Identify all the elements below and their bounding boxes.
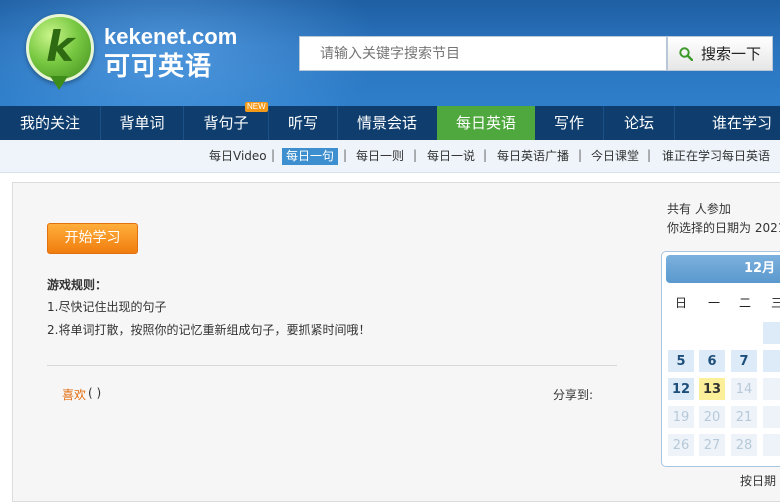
nav-item-words[interactable]: 背单词	[101, 106, 183, 140]
calendar-day-future	[762, 377, 780, 401]
calendar-day-future: 21	[730, 405, 758, 429]
weekday-label: 一	[707, 296, 720, 310]
search-box	[299, 36, 667, 71]
subnav-item-daily-talk[interactable]: 每日一说	[427, 148, 475, 165]
nav-item-forum[interactable]: 论坛	[604, 106, 674, 140]
main-nav: 我的关注 背单词 背句子 NEW 听写 情景会话 每日英语 写作 论坛 谁在学习	[0, 102, 780, 140]
calendar-day-future: 19	[667, 405, 695, 429]
nav-item-daily-english[interactable]: 每日英语	[437, 106, 535, 140]
rule-item: 2.将单词打散，按照你的记忆重新组成句子，要抓紧时间哦！	[47, 323, 371, 337]
weekday-label: 三	[763, 294, 780, 311]
calendar-day-today[interactable]: 13	[698, 377, 726, 401]
subnav-item-today-class[interactable]: 今日课堂	[591, 148, 639, 165]
search-button-label: 搜索一下	[700, 45, 761, 63]
start-learning-button[interactable]: 开始学习	[47, 223, 138, 254]
calendar-day-future: 14	[730, 377, 758, 401]
subnav-separator: |	[483, 148, 488, 162]
calendar-month-title[interactable]: 12月 2	[666, 255, 780, 283]
nav-item-writing[interactable]: 写作	[535, 106, 603, 140]
subnav-item-daily-note[interactable]: 每日一则	[356, 148, 404, 165]
nav-item-follow[interactable]: 我的关注	[0, 106, 100, 140]
kekenet-logo-icon[interactable]: k	[26, 14, 94, 82]
subnav-separator: |	[578, 148, 583, 162]
date-search-label[interactable]: 按日期	[740, 472, 776, 489]
subnav-separator: |	[413, 148, 418, 162]
subnav-item-who-learning[interactable]: 谁正在学习每日英语	[662, 148, 770, 165]
like-button[interactable]: 喜欢	[62, 386, 86, 403]
weekday-label: 二	[738, 296, 751, 310]
calendar-day-future: 20	[698, 405, 726, 429]
new-badge: NEW	[245, 102, 268, 112]
nav-item-dictation[interactable]: 听写	[269, 106, 337, 140]
calendar-day[interactable]	[762, 349, 780, 373]
calendar-day[interactable]: 6	[698, 349, 726, 373]
subnav-separator: |	[647, 148, 652, 162]
rule-item: 1.尽快记住出现的句子	[47, 300, 167, 314]
logo-pin-tail	[50, 76, 68, 90]
divider	[47, 365, 617, 366]
nav-item-dialogue[interactable]: 情景会话	[338, 106, 436, 140]
subnav-item-daily-sentence[interactable]: 每日一句	[282, 148, 339, 165]
nav-item-who-learning[interactable]: 谁在学习	[675, 106, 780, 140]
sub-nav: 每日Video | 每日一句 | 每日一则 | 每日一说 | 每日英语广播 | …	[0, 140, 780, 173]
weekday-label: 日	[674, 296, 687, 310]
calendar-day[interactable]: 7	[730, 349, 758, 373]
calendar-day-future: 26	[667, 433, 695, 457]
site-name[interactable]: 可可英语	[104, 46, 212, 83]
calendar: 12月 2 日 一 二 三 5 6 7 12 13 14 19 20 21 26…	[661, 251, 780, 467]
calendar-day-future	[762, 405, 780, 429]
selected-date-text: 你选择的日期为 2021	[667, 221, 780, 235]
subnav-separator: |	[271, 148, 276, 162]
nav-item-sentences-label: 背句子	[203, 114, 249, 132]
search-button[interactable]: 搜索一下	[667, 36, 773, 71]
rules-title: 游戏规则：	[47, 278, 108, 292]
subnav-separator: |	[343, 148, 348, 162]
subnav-item-video[interactable]: 每日Video	[209, 148, 267, 165]
participants-text: 共有 人参加	[667, 202, 731, 216]
calendar-day[interactable]: 5	[667, 349, 695, 373]
share-label: 分享到:	[553, 388, 594, 402]
calendar-day-future	[762, 433, 780, 457]
search-icon	[679, 46, 693, 61]
calendar-day-blank	[762, 321, 780, 345]
like-count: ( )	[88, 386, 102, 400]
calendar-day-future: 27	[698, 433, 726, 457]
subnav-item-radio[interactable]: 每日英语广播	[497, 148, 569, 165]
calendar-day-future: 28	[730, 433, 758, 457]
nav-item-sentences[interactable]: 背句子 NEW	[184, 102, 268, 140]
calendar-day[interactable]: 12	[667, 377, 695, 401]
search-input[interactable]	[318, 37, 662, 70]
